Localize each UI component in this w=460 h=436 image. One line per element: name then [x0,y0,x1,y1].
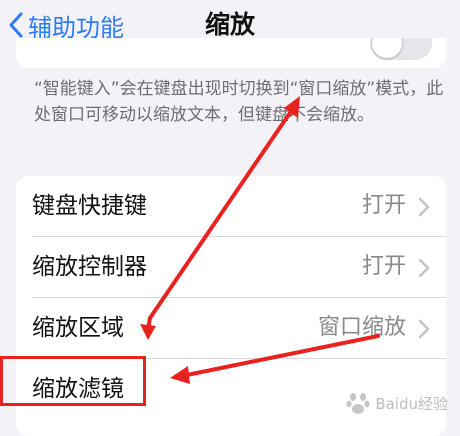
smart-typing-card [16,38,446,68]
row-label: 缩放控制器 [32,254,147,280]
row-value: 打开 [361,254,406,279]
chevron-right-icon [418,319,430,339]
watermark: Baidu经验 [345,390,448,416]
paw-icon [346,393,370,414]
row-label: 键盘快捷键 [32,193,147,219]
row-value: 窗口缩放 [317,315,406,340]
smart-typing-toggle[interactable] [370,38,432,60]
row-keyboard-shortcuts[interactable]: 键盘快捷键 打开 [16,176,446,236]
smart-typing-footnote: “智能键入”会在键盘出现时切换到“窗口缩放”模式，此处窗口可移动以缩放文本，但键… [34,79,444,125]
row-value: 打开 [361,193,406,218]
toggle-knob [372,38,402,58]
chevron-right-icon [418,258,430,278]
chevron-right-icon [418,197,430,217]
row-zoom-region[interactable]: 缩放区域 窗口缩放 [16,298,446,358]
page-title: 缩放 [204,10,255,39]
watermark-text: Baidu经验 [375,394,448,413]
row-zoom-controller[interactable]: 缩放控制器 打开 [16,237,446,297]
row-label: 缩放区域 [32,315,124,341]
highlight-box [0,356,146,406]
